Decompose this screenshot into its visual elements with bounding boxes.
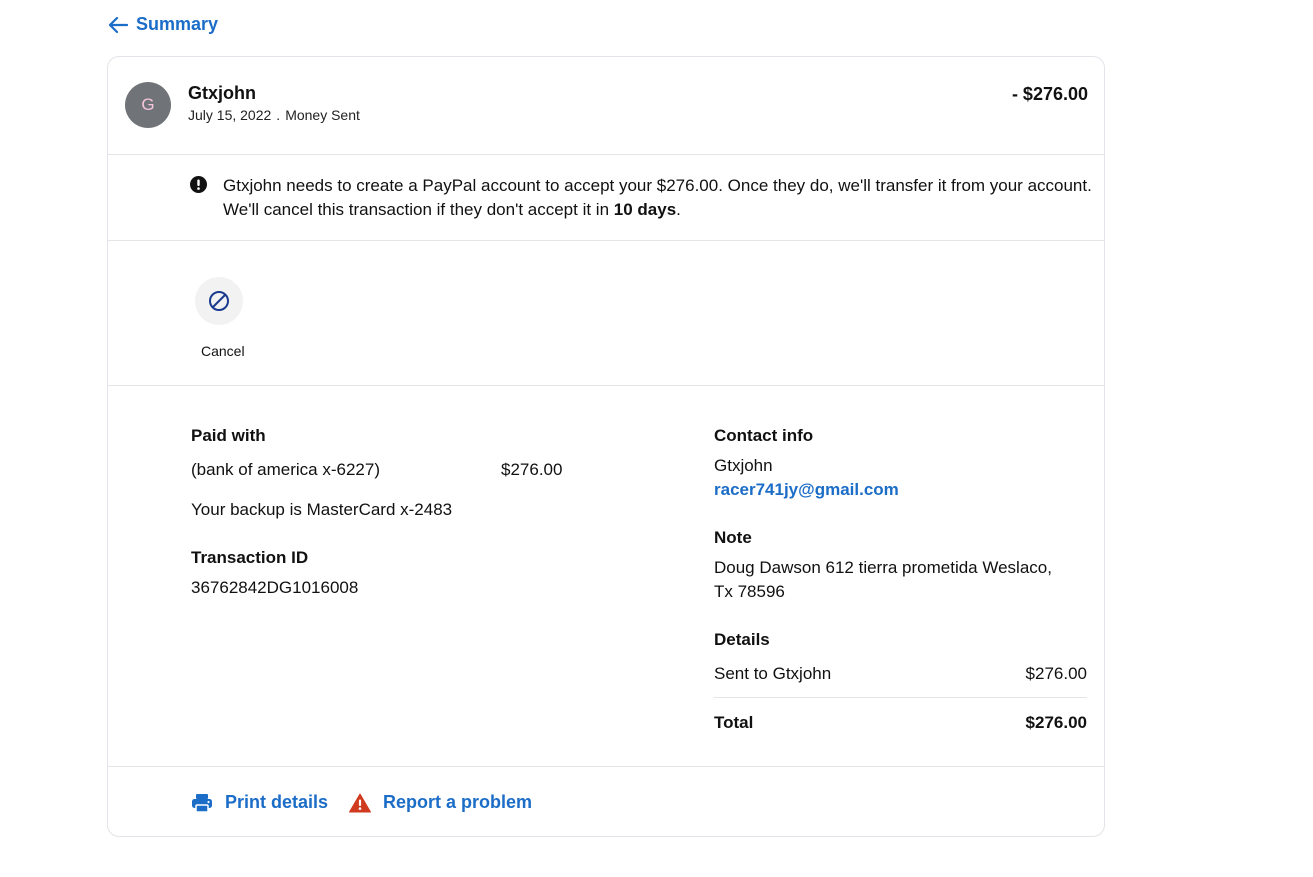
contact-name: Gtxjohn xyxy=(714,456,773,475)
report-problem-label: Report a problem xyxy=(383,792,533,812)
pending-alert-message: Gtxjohn needs to create a PayPal account… xyxy=(223,174,1093,222)
total-amount: $276.00 xyxy=(1025,713,1087,732)
back-link-label: Summary xyxy=(136,14,219,34)
cancel-label[interactable]: Cancel xyxy=(201,343,245,359)
transaction-type: Money Sent xyxy=(285,107,360,123)
paid-with-heading: Paid with xyxy=(191,426,266,445)
alert-text-end: . xyxy=(676,200,681,219)
contact-email-link[interactable]: racer741jy@gmail.com xyxy=(714,480,899,500)
alert-days: 10 days xyxy=(613,200,677,219)
transaction-date: July 15, 2022 xyxy=(188,107,272,123)
payment-source-amount: $276.00 xyxy=(501,460,563,479)
transaction-amount: - $276.00 xyxy=(1011,84,1088,104)
back-to-summary-link[interactable]: Summary xyxy=(108,14,218,35)
backup-payment: Your backup is MasterCard x-2483 xyxy=(191,500,453,519)
sent-to-label: Sent to Gtxjohn xyxy=(714,664,832,683)
note-line-1: Doug Dawson 612 tierra prometida Weslaco… xyxy=(714,558,1052,577)
recipient-name: Gtxjohn xyxy=(188,83,256,103)
transaction-meta: July 15, 2022. Money Sent xyxy=(188,107,360,123)
total-label: Total xyxy=(714,713,754,732)
sent-to-amount: $276.00 xyxy=(1025,664,1087,683)
divider xyxy=(108,240,1104,241)
print-details-button[interactable]: Print details xyxy=(191,792,328,813)
meta-separator: . xyxy=(276,107,281,123)
exclamation-circle-icon xyxy=(190,176,207,193)
avatar-initial: G xyxy=(141,95,155,114)
report-problem-button[interactable]: Report a problem xyxy=(349,792,532,813)
print-details-label: Print details xyxy=(225,792,329,812)
arrow-left-icon xyxy=(108,16,128,33)
avatar: G xyxy=(125,82,171,128)
cancel-button[interactable] xyxy=(195,277,243,325)
cancel-circle-slash-icon xyxy=(209,291,229,311)
details-divider xyxy=(714,697,1087,698)
divider xyxy=(108,154,1104,155)
transaction-card: G Gtxjohn July 15, 2022. Money Sent - $27… xyxy=(107,56,1105,837)
transaction-id: 36762842DG1016008 xyxy=(191,578,359,597)
note-line-2: Tx 78596 xyxy=(714,582,785,601)
divider xyxy=(108,385,1104,386)
transaction-id-heading: Transaction ID xyxy=(191,548,309,567)
warning-triangle-icon xyxy=(349,793,371,812)
details-heading: Details xyxy=(714,630,770,649)
payment-source: (bank of america x-6227) xyxy=(191,460,380,479)
divider xyxy=(108,766,1104,767)
contact-info-heading: Contact info xyxy=(714,426,814,445)
printer-icon xyxy=(192,793,212,813)
note-heading: Note xyxy=(714,528,752,547)
